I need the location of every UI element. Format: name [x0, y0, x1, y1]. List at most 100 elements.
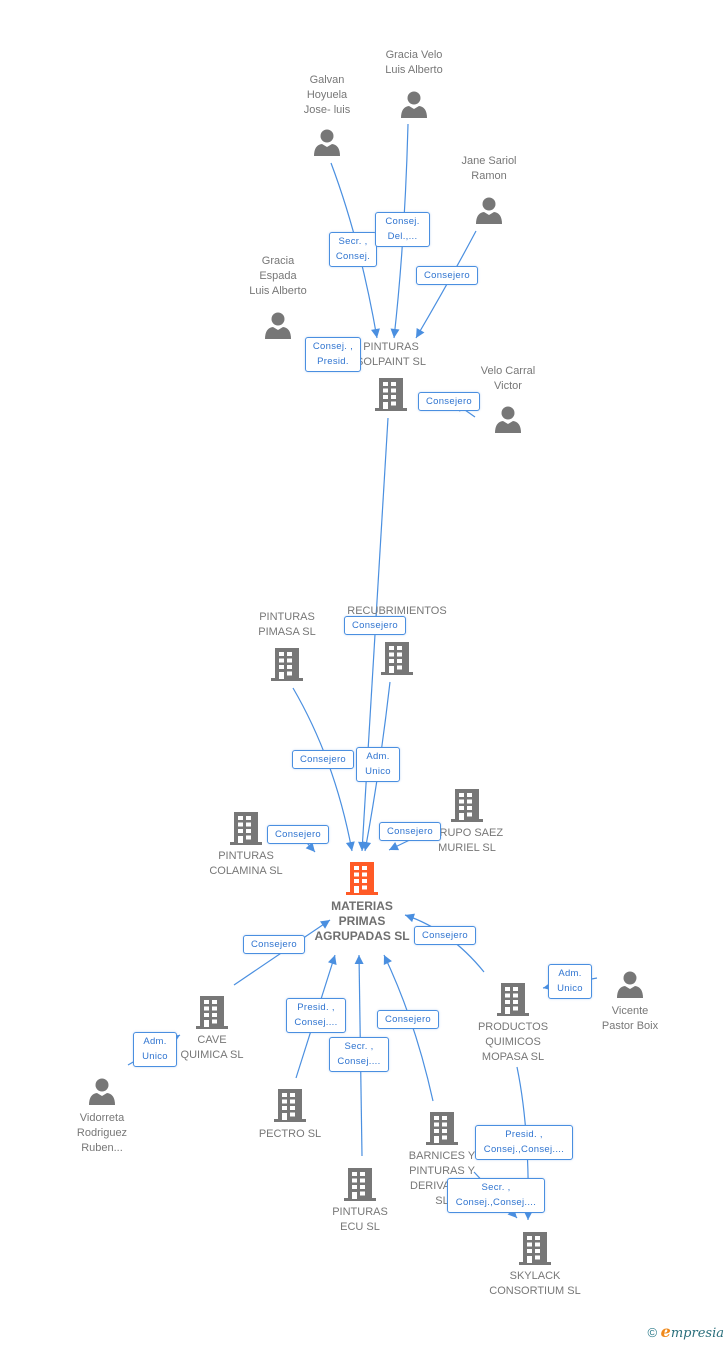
role-badge[interactable]: Consejero [416, 266, 478, 285]
role-badge-text: Adm. [366, 751, 390, 762]
role-badge-text: Consej. [385, 216, 420, 227]
role-badge-text: Unico [557, 983, 583, 994]
role-badge-text: Secr. , [481, 1182, 511, 1193]
role-badge[interactable]: Consejero [418, 392, 480, 411]
role-badge[interactable]: Presid. , Consej.... [286, 998, 346, 1033]
role-badge-text: Unico [365, 766, 391, 777]
node-label[interactable]: Gracia Espada Luis Alberto [208, 254, 348, 299]
node-label-line: COLAMINA SL [209, 865, 283, 877]
role-badge[interactable]: Secr. , Consej.... [329, 1037, 389, 1072]
role-badge-text: Consejero [274, 829, 321, 840]
arrowhead-icon [416, 327, 425, 338]
building-icon[interactable] [270, 647, 304, 686]
node-label-line: PRIMAS [338, 914, 386, 928]
role-badge[interactable]: Consejero [344, 616, 406, 635]
role-badge-text: Adm. [143, 1036, 167, 1047]
node-label-line: Gracia Velo [385, 49, 443, 61]
node-label-line: AGRUPADAS SL [314, 929, 410, 943]
node-label-line: Galvan [309, 74, 345, 86]
building-icon[interactable] [450, 788, 484, 827]
role-badge[interactable]: Consej. , Presid. [305, 337, 361, 372]
building-icon[interactable] [273, 1088, 307, 1127]
arrowhead-icon [390, 328, 400, 338]
building-icon[interactable] [380, 641, 414, 680]
person-icon[interactable] [494, 405, 522, 438]
node-label[interactable]: PECTRO SL [220, 1127, 360, 1142]
copyright-symbol: © [647, 1325, 658, 1340]
role-badge-text: Consej. , [312, 341, 354, 352]
role-badge-text: Unico [142, 1051, 168, 1062]
role-badge[interactable]: Presid. , Consej.,Consej.... [475, 1125, 573, 1160]
role-badge[interactable]: Consejero [243, 935, 305, 954]
building-icon[interactable] [229, 811, 263, 850]
node-label-line: CONSORTIUM SL [489, 1285, 581, 1297]
role-badge-text: Presid. , [297, 1002, 335, 1013]
role-badge-text: Consej.,Consej.... [483, 1144, 565, 1155]
node-label-line: Gracia [261, 255, 295, 267]
node-label-line: MURIEL SL [438, 842, 496, 854]
node-label[interactable]: SKYLACK CONSORTIUM SL [465, 1269, 605, 1299]
role-badge[interactable]: Adm. Unico [133, 1032, 177, 1067]
node-label[interactable]: MATERIAS PRIMAS AGRUPADAS SL [292, 899, 432, 944]
person-icon[interactable] [88, 1077, 116, 1110]
node-label[interactable]: Jane Sariol Ramon [419, 154, 559, 184]
node-label-line: Jane Sariol [461, 155, 517, 167]
node-label-line: PECTRO SL [258, 1128, 322, 1140]
role-badge-text: Consejero [250, 939, 297, 950]
building-icon[interactable] [195, 995, 229, 1034]
building-icon[interactable] [425, 1111, 459, 1150]
building-icon[interactable] [496, 982, 530, 1021]
role-badge-text: Consejero [423, 270, 470, 281]
role-badge[interactable]: Secr. , Consej.,Consej.... [447, 1178, 545, 1213]
node-label[interactable]: Galvan Hoyuela Jose- luis [257, 73, 397, 118]
person-icon[interactable] [313, 128, 341, 161]
role-badge[interactable]: Adm. Unico [356, 747, 400, 782]
role-badge[interactable]: Consejero [379, 822, 441, 841]
node-label-line: PINTURAS Y [409, 1165, 475, 1177]
person-icon[interactable] [400, 90, 428, 123]
person-icon[interactable] [616, 970, 644, 1003]
arrowhead-icon [354, 955, 364, 965]
node-label-line: PINTURAS [218, 850, 274, 862]
role-badge[interactable]: Secr. , Consej. [329, 232, 377, 267]
person-icon[interactable] [475, 196, 503, 229]
node-label-line: Vicente [611, 1005, 649, 1017]
node-label[interactable]: Vidorreta Rodriguez Ruben... [32, 1111, 172, 1156]
node-label[interactable]: PINTURAS COLAMINA SL [176, 849, 316, 879]
role-badge-text: Secr. , [338, 236, 368, 247]
role-badge-text: Del.,... [387, 231, 418, 242]
empresia-logo[interactable]: © empresia [647, 1322, 724, 1341]
role-badge-text: Consejero [421, 930, 468, 941]
role-badge-text: Consej.... [337, 1056, 381, 1067]
node-label-line: SKYLACK [509, 1270, 561, 1282]
role-badge-text: Adm. [558, 968, 582, 979]
node-label[interactable]: Vicente Pastor Boix [560, 1004, 700, 1034]
node-label-line: Rodriguez [76, 1127, 128, 1139]
building-icon[interactable] [345, 861, 379, 900]
role-badge[interactable]: Adm. Unico [548, 964, 592, 999]
node-label-line: Ruben... [81, 1142, 123, 1154]
node-label-line: Espada [259, 270, 297, 282]
role-badge-text: Consej. [335, 251, 371, 262]
role-badge-text: Consej.,Consej.... [455, 1197, 537, 1208]
node-label-line: Luis Alberto [249, 285, 307, 297]
role-badge[interactable]: Consejero [292, 750, 354, 769]
node-label-line: ECU SL [340, 1221, 380, 1233]
person-icon[interactable] [264, 311, 292, 344]
building-icon[interactable] [518, 1231, 552, 1270]
node-label-line: Pastor Boix [601, 1020, 659, 1032]
role-badge[interactable]: Consejero [377, 1010, 439, 1029]
arrowhead-icon [371, 328, 380, 338]
role-badge-text: Consejero [425, 396, 472, 407]
node-label-line: Jose- luis [303, 104, 351, 116]
role-badge-text: Consejero [351, 620, 398, 631]
role-badge[interactable]: Consejero [414, 926, 476, 945]
role-badge-text: Secr. , [344, 1041, 374, 1052]
role-badge[interactable]: Consej. Del.,... [375, 212, 430, 247]
role-badge-text: Consejero [384, 1014, 431, 1025]
building-icon[interactable] [374, 377, 408, 416]
node-label-line: Ramon [471, 170, 507, 182]
role-badge[interactable]: Consejero [267, 825, 329, 844]
node-label[interactable]: PINTURAS ECU SL [290, 1205, 430, 1235]
node-label-line: MATERIAS [331, 899, 393, 913]
